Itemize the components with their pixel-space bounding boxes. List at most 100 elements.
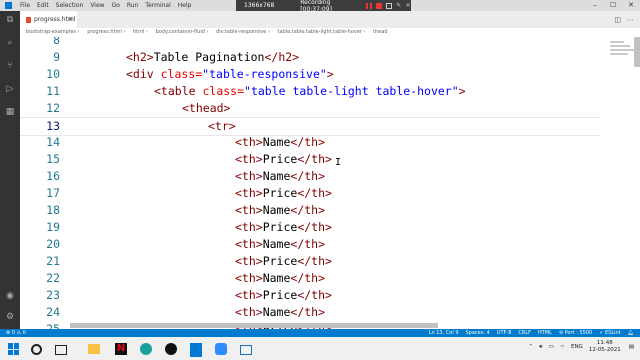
close-tab-icon[interactable]: ✕ <box>68 11 73 28</box>
code-token: Name <box>262 237 291 251</box>
cursor-position[interactable]: Ln 13, Col 9 <box>429 329 459 337</box>
minimap-line <box>610 41 624 43</box>
vertical-scrollbar[interactable] <box>634 37 640 67</box>
language-indicator[interactable]: ENG <box>571 344 583 350</box>
account-icon[interactable]: ◉ <box>5 291 15 301</box>
clock-time: 11:48 <box>596 340 613 346</box>
code-token: </th> <box>297 152 332 166</box>
explorer-icon[interactable]: ⧉ <box>5 15 15 25</box>
notification-icon[interactable]: ▤ <box>629 344 634 350</box>
code-token: <table <box>154 84 203 98</box>
maximize-icon[interactable]: ☐ <box>604 0 622 11</box>
breadcrumb-item[interactable]: table.table.table-light.table-hover <box>278 29 362 35</box>
code-line: 14 <th>Name</th> <box>20 134 620 151</box>
menu-view[interactable]: View <box>90 2 104 9</box>
code-token: </h2> <box>264 50 300 64</box>
breadcrumb-item[interactable]: progress.html <box>87 29 122 35</box>
edge-browser-icon[interactable] <box>140 343 152 355</box>
minimap[interactable] <box>600 37 640 329</box>
pause-icon[interactable] <box>366 2 373 9</box>
code-token: Name <box>262 271 291 285</box>
encoding[interactable]: UTF-8 <box>497 329 512 337</box>
code-line: 20 <th>Name</th> <box>20 236 620 253</box>
netflix-icon[interactable]: N <box>115 343 127 355</box>
settings-gear-icon[interactable]: ⚙ <box>5 312 15 322</box>
breadcrumb-item[interactable]: bootstrap-examples <box>26 29 76 35</box>
clock[interactable]: 11:48 12-05-2021 <box>589 340 621 354</box>
zoom-icon[interactable] <box>215 343 227 355</box>
code-token: > <box>326 67 334 81</box>
network-icon[interactable]: ⌔ <box>560 344 565 351</box>
code-token: </th> <box>290 135 326 149</box>
task-view-icon[interactable] <box>55 345 67 355</box>
menu-run[interactable]: Run <box>127 2 139 9</box>
run-debug-icon[interactable]: ▷ <box>5 84 15 94</box>
search-icon[interactable]: ⌕ <box>5 38 15 48</box>
system-tray: ⌃ 🔊︎ ▭ ⌔ ENG 11:48 12-05-2021 ▤ <box>529 340 634 354</box>
extensions-icon[interactable]: ▦ <box>5 107 15 117</box>
breadcrumb-item[interactable]: body.container-fluid <box>156 29 205 35</box>
stop-icon[interactable] <box>376 2 382 9</box>
tab-progress-html[interactable]: progress.html ✕ <box>20 11 77 28</box>
chevron-up-icon[interactable]: ⌃ <box>529 344 534 350</box>
problems-indicator[interactable]: ⊗ 0 ⚠ 0 <box>6 329 26 337</box>
breadcrumb-item[interactable]: div.table-responsive <box>216 29 266 35</box>
bell-icon[interactable]: 🔔︎ <box>628 329 634 337</box>
battery-icon[interactable]: ▭ <box>549 344 554 350</box>
code-token: <th> <box>235 186 263 200</box>
live-server-port[interactable]: ⊘ Port : 5500 <box>559 329 592 337</box>
menu-file[interactable]: File <box>20 2 30 9</box>
code-token: Name <box>262 203 291 217</box>
monitor-app-icon[interactable] <box>240 345 252 355</box>
code-token: <th> <box>235 237 263 251</box>
split-editor-icon[interactable]: ◫ <box>614 16 621 24</box>
code-token: class= <box>202 84 245 98</box>
line-number: 15 <box>46 152 60 166</box>
line-number: 9 <box>53 50 60 64</box>
menu-terminal[interactable]: Terminal <box>145 2 170 9</box>
vscode-icon[interactable] <box>190 343 202 357</box>
text-cursor-icon: I <box>335 157 342 168</box>
status-items: Ln 13, Col 9 Spaces: 4 UTF-8 CRLF HTML ⊘… <box>422 329 634 337</box>
line-number: 8 <box>53 37 60 47</box>
code-token: </th> <box>297 254 332 268</box>
breadcrumb-item[interactable]: thead <box>373 29 387 35</box>
line-number: 10 <box>46 67 60 81</box>
menu-help[interactable]: Help <box>178 2 192 9</box>
github-icon[interactable] <box>165 343 177 355</box>
menu-edit[interactable]: Edit <box>37 2 49 9</box>
windows-start-icon[interactable] <box>8 343 20 355</box>
code-token: <thead> <box>182 101 231 115</box>
code-token: <th> <box>235 203 263 217</box>
source-control-icon[interactable]: ⑂ <box>5 61 15 71</box>
eslint-status[interactable]: ✓ ESLint <box>599 329 620 337</box>
code-token: </th> <box>290 237 326 251</box>
activity-bar: ⧉ ⌕ ⑂ ▷ ▦ ◉ ⚙ <box>0 11 20 329</box>
code-token: <th> <box>235 135 263 149</box>
breadcrumb-item[interactable]: html <box>133 29 144 35</box>
close-recorder-icon[interactable]: ✕ <box>406 2 411 9</box>
line-ending[interactable]: CRLF <box>518 329 531 337</box>
minimize-icon[interactable]: – <box>586 0 604 11</box>
pen-icon[interactable]: ✎ <box>396 2 401 9</box>
search-icon[interactable] <box>31 344 42 355</box>
more-actions-icon[interactable]: ⋯ <box>627 16 634 24</box>
clock-date: 12-05-2021 <box>588 347 621 353</box>
line-number: 17 <box>46 186 60 200</box>
close-window-icon[interactable]: ✕ <box>622 0 640 11</box>
file-explorer-icon[interactable] <box>88 344 100 354</box>
code-token: </th> <box>297 220 332 234</box>
code-editor[interactable]: 8 9 <h2>Table Pagination</h2> 10 <div clas… <box>20 37 620 329</box>
line-number: 23 <box>46 288 60 302</box>
menu-bar: File Edit Selection View Go Run Terminal… <box>20 2 198 9</box>
volume-icon[interactable]: 🔊︎ <box>539 344 542 351</box>
horizontal-scrollbar[interactable] <box>70 323 438 328</box>
indentation[interactable]: Spaces: 4 <box>466 329 490 337</box>
code-line: 23 <th>Price</th> <box>20 287 620 304</box>
code-token: class= <box>160 67 203 81</box>
camera-icon[interactable] <box>385 2 393 9</box>
menu-go[interactable]: Go <box>112 2 120 9</box>
code-token: "table table-light table-hover" <box>244 84 459 98</box>
menu-selection[interactable]: Selection <box>56 2 84 9</box>
language-mode[interactable]: HTML <box>538 329 552 337</box>
